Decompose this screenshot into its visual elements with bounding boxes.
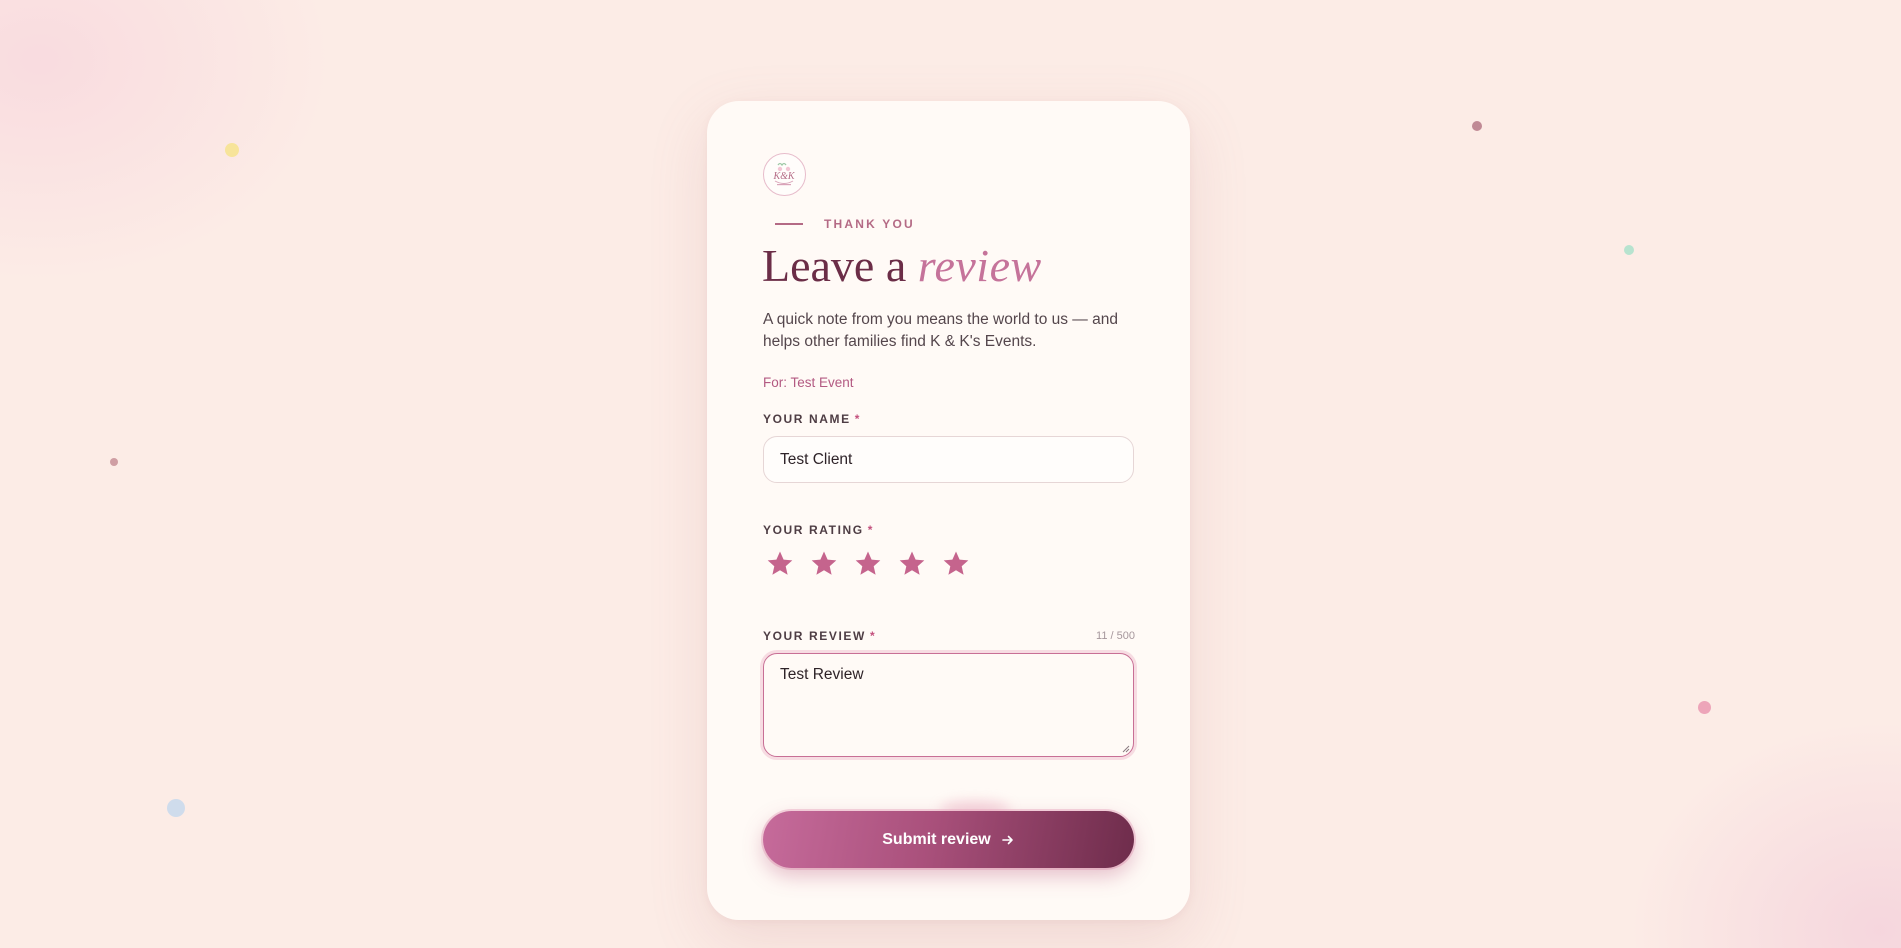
character-counter: 11 / 500 bbox=[1096, 630, 1135, 642]
name-field-label: YOUR NAME * bbox=[763, 412, 861, 426]
star-icon-2[interactable] bbox=[808, 548, 840, 580]
decorative-dot-pink bbox=[1698, 701, 1711, 714]
rating-field-label: YOUR RATING * bbox=[763, 523, 874, 537]
decorative-dot-mauve bbox=[1472, 121, 1482, 131]
name-input[interactable]: Test Client bbox=[763, 436, 1134, 483]
name-field-label-text: YOUR NAME bbox=[763, 412, 851, 426]
star-rating bbox=[764, 548, 972, 580]
svg-text:K&K: K&K bbox=[772, 171, 795, 182]
review-field-label: YOUR REVIEW * bbox=[763, 629, 876, 643]
star-icon-1[interactable] bbox=[764, 548, 796, 580]
star-icon-5[interactable] bbox=[940, 548, 972, 580]
star-icon-3[interactable] bbox=[852, 548, 884, 580]
submit-review-label: Submit review bbox=[882, 830, 991, 848]
resize-grip-icon[interactable] bbox=[1122, 745, 1130, 753]
required-marker: * bbox=[854, 412, 862, 426]
star-icon-4[interactable] bbox=[896, 548, 928, 580]
event-reference: For: Test Event bbox=[763, 375, 854, 390]
page-title-main: Leave a bbox=[762, 240, 907, 291]
rating-field-label-text: YOUR RATING bbox=[763, 523, 864, 537]
review-textarea[interactable]: Test Review bbox=[763, 653, 1134, 757]
review-field-label-text: YOUR REVIEW bbox=[763, 629, 866, 643]
page-title-accent: review bbox=[917, 240, 1042, 291]
required-marker: * bbox=[867, 523, 874, 537]
decorative-dot-blue bbox=[167, 799, 185, 817]
eyebrow-divider bbox=[775, 223, 803, 225]
k-and-k-events-logo-icon: K&K bbox=[766, 156, 802, 192]
decorative-dot-mint bbox=[1624, 245, 1634, 255]
arrow-right-icon bbox=[1001, 835, 1013, 844]
brand-logo: K&K bbox=[763, 153, 806, 196]
page-subtitle: A quick note from you means the world to… bbox=[763, 311, 1118, 350]
decorative-dot-yellow bbox=[225, 143, 239, 157]
page-title: Leave a review bbox=[762, 239, 1042, 292]
review-textarea-value: Test Review bbox=[780, 666, 864, 683]
eyebrow-text: THANK YOU bbox=[824, 217, 915, 231]
required-marker: * bbox=[869, 629, 877, 643]
decorative-dot-rose bbox=[110, 458, 118, 466]
review-card: K&K THANK YOU Leave a review A quick not… bbox=[707, 101, 1190, 920]
submit-review-button[interactable]: Submit review bbox=[763, 811, 1134, 868]
